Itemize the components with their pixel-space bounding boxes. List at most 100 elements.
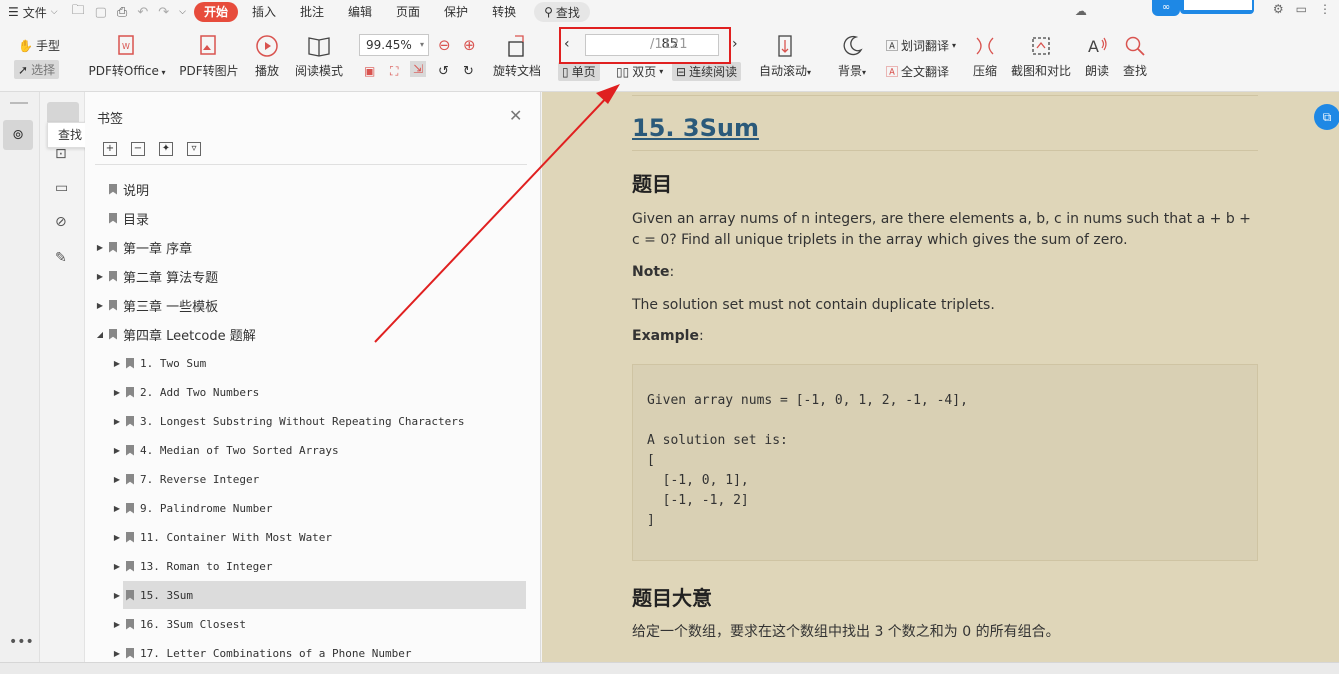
zoom-out-icon[interactable]: ⊖ (438, 36, 451, 54)
bookmark-item[interactable]: ▶ 第二章 算法专题 (95, 262, 218, 290)
more-horizontal-icon[interactable]: ••• (9, 634, 34, 650)
bookmark-item[interactable]: 目录 (95, 204, 149, 232)
tab-3[interactable]: 编辑 (338, 2, 382, 22)
expand-arrow-icon[interactable]: ▶ (112, 533, 122, 542)
fit-page-icon[interactable]: ⛶ (390, 64, 398, 79)
find-side-button[interactable]: ⊚ (3, 120, 33, 150)
file-menu[interactable]: ☰ 文件 ⌵ (0, 4, 66, 21)
search-pill[interactable]: ⚲ 查找 (534, 2, 590, 22)
expand-arrow-icon[interactable]: ▶ (95, 301, 105, 310)
background-button[interactable]: 背景▾ (834, 34, 870, 79)
full-translate-button[interactable]: 🄰 全文翻译 (882, 62, 953, 81)
tab-2[interactable]: 批注 (290, 2, 334, 22)
single-page-button[interactable]: ▯ 单页 (558, 62, 600, 81)
expand-arrow-icon[interactable]: ▶ (112, 359, 122, 368)
word-translate-button[interactable]: 🄰 划词翻译 ▾ (882, 36, 960, 55)
screenshot-compare-button[interactable]: 截图和对比 (1008, 34, 1074, 79)
bookmark-item[interactable]: ▶ 2. Add Two Numbers (112, 378, 259, 406)
expand-arrow-icon[interactable]: ▶ (112, 591, 122, 600)
redo-icon[interactable]: ↷ (158, 5, 169, 20)
tab-0[interactable]: 开始 (193, 2, 238, 22)
print-icon[interactable]: ⎙ (117, 5, 127, 20)
comment-panel-icon[interactable]: ▭ (55, 180, 68, 196)
find-button[interactable]: 查找 (1120, 34, 1150, 79)
read-aloud-button[interactable]: A 朗读 (1082, 34, 1112, 79)
expand-arrow-icon[interactable]: ▶ (112, 388, 122, 397)
save-icon[interactable]: ▢ (95, 5, 107, 20)
tab-1[interactable]: 插入 (242, 2, 286, 22)
pdf-to-image-button[interactable]: PDF转图片 (174, 34, 244, 79)
open-folder-icon[interactable]: 🗀 (72, 1, 85, 23)
expand-arrow-icon[interactable]: ◢ (95, 330, 105, 339)
hand-tool-button[interactable]: ✋ 手型 (14, 36, 64, 55)
compress-button[interactable]: 压缩 (968, 34, 1002, 79)
cursor-icon: ➚ (18, 62, 29, 77)
page-title[interactable]: 15. 3Sum (632, 114, 759, 142)
expand-arrow-icon[interactable]: ▶ (112, 475, 122, 484)
bookmark-item[interactable]: ▶ 1. Two Sum (112, 349, 206, 377)
more-vertical-icon[interactable]: ⋮ (1319, 2, 1331, 16)
bookmark-item[interactable]: ▶ 15. 3Sum (114, 581, 526, 609)
settings-gear-icon[interactable]: ⚙ (1273, 2, 1284, 16)
select-tool-button[interactable]: ➚ 选择 (14, 60, 60, 79)
customize-chevron-icon[interactable]: ⌵ (179, 7, 186, 17)
collapse-handle[interactable] (10, 102, 28, 104)
bookmark-item[interactable]: ▶ 11. Container With Most Water (112, 523, 332, 551)
pdf-to-office-button[interactable]: W PDF转Office ▾ (88, 34, 166, 79)
bookmark-item[interactable]: ▶ 13. Roman to Integer (112, 552, 273, 580)
close-icon[interactable]: ✕ (509, 106, 522, 125)
bookmark-item[interactable]: ▶ 第三章 一些模板 (95, 291, 218, 319)
bookmark-item[interactable]: ◢ 第四章 Leetcode 题解 (95, 320, 256, 348)
read-aloud-icon: A (1088, 37, 1107, 56)
expand-arrow-icon[interactable]: ▶ (112, 620, 122, 629)
expand-arrow-icon[interactable]: ▶ (112, 417, 122, 426)
bookmark-item[interactable]: ▶ 7. Reverse Integer (112, 465, 259, 493)
expand-arrow-icon[interactable]: ▶ (112, 649, 122, 658)
expand-arrow-icon[interactable]: ▶ (112, 446, 122, 455)
bookmark-item[interactable]: ▶ 3. Longest Substring Without Repeating … (112, 407, 465, 435)
auto-scroll-button[interactable]: 自动滚动▾ (756, 34, 814, 79)
thumbnail-icon[interactable]: ⊡ (55, 146, 67, 162)
bookmark-item[interactable]: ▶ 4. Median of Two Sorted Arrays (112, 436, 339, 464)
next-page-icon[interactable]: › (732, 36, 738, 52)
floating-action-icon[interactable]: ⧉ (1314, 104, 1339, 130)
bookmark-item[interactable]: ▶ 16. 3Sum Closest (112, 610, 246, 638)
bookmark-outline-icon[interactable]: ▿ (187, 142, 201, 156)
rotate-right-icon[interactable]: ↻ (463, 64, 474, 79)
cloud-icon[interactable]: ☁ (1075, 4, 1087, 18)
undo-icon[interactable]: ↶ (137, 5, 148, 20)
tab-5[interactable]: 保护 (434, 2, 478, 22)
zoom-in-icon[interactable]: ⊕ (463, 36, 476, 54)
cloud-badge-icon[interactable]: ∞ (1152, 0, 1180, 16)
zoom-select[interactable]: 99.45% ▾ (359, 34, 429, 56)
bookmark-item[interactable]: ▶ 9. Palindrome Number (112, 494, 273, 522)
expand-arrow-icon[interactable]: ▶ (95, 272, 105, 281)
example-colon: : (698, 328, 704, 344)
cloud-banner[interactable] (1180, 0, 1254, 14)
bookmark-panel-title: 书签 (97, 112, 124, 127)
window-corner-icons: ☁ ⚙ ▭ ⋮ (1075, 2, 1331, 18)
signature-icon[interactable]: ✎ (55, 250, 67, 266)
add-bookmark-icon[interactable]: ✦ (159, 142, 173, 156)
play-button[interactable]: 播放 (252, 34, 282, 79)
double-page-button[interactable]: ▯▯ 双页 ▾ (612, 62, 667, 81)
comment-icon[interactable]: ▭ (1296, 2, 1307, 16)
tab-4[interactable]: 页面 (386, 2, 430, 22)
menu-bar: ☰ 文件 ⌵ 🗀 ▢ ⎙ ↶ ↷ ⌵ 开始 插入 批注 编辑 页面 保护 转换 ⚲ 查找 ∞… (0, 0, 1339, 24)
fit-width-icon[interactable]: ⇲ (410, 61, 427, 77)
expand-arrow-icon[interactable]: ▶ (112, 504, 122, 513)
expand-all-icon[interactable]: + (103, 142, 117, 156)
rotate-doc-button[interactable]: 旋转文档 (490, 34, 544, 79)
attachment-icon[interactable]: ⊘ (55, 214, 67, 230)
tab-6[interactable]: 转换 (482, 2, 526, 22)
continuous-read-button[interactable]: ⊟ 连续阅读 (672, 62, 742, 81)
expand-arrow-icon[interactable]: ▶ (112, 562, 122, 571)
expand-arrow-icon[interactable]: ▶ (95, 243, 105, 252)
rotate-left-icon[interactable]: ↺ (438, 64, 449, 79)
bookmark-item[interactable]: ▶ 第一章 序章 (95, 233, 192, 261)
bookmark-item[interactable]: 说明 (95, 175, 149, 203)
collapse-all-icon[interactable]: − (131, 142, 145, 156)
read-mode-button[interactable]: 阅读模式 (292, 34, 346, 79)
bookmark-label: 第四章 Leetcode 题解 (123, 328, 256, 344)
actual-size-icon[interactable]: ▣ (364, 64, 375, 78)
